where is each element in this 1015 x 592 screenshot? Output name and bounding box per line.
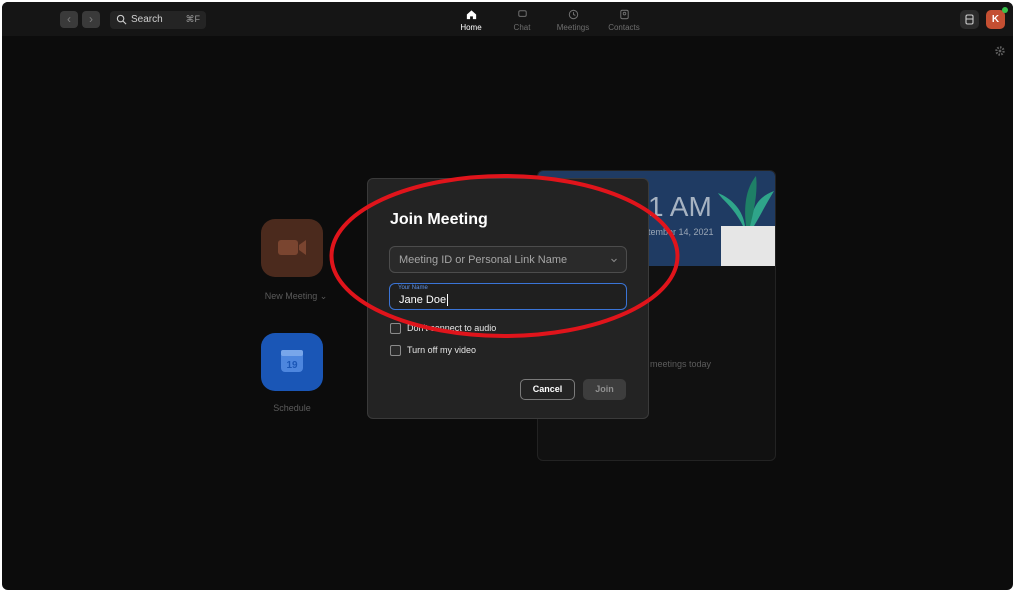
tab-meetings[interactable]: Meetings xyxy=(548,8,598,32)
search-shortcut: ⌘F xyxy=(185,14,201,24)
gear-icon[interactable] xyxy=(994,45,1006,57)
search-box[interactable]: Search ⌘F xyxy=(110,11,206,29)
back-button[interactable]: ‹ xyxy=(60,11,78,28)
chat-icon xyxy=(517,10,527,17)
clock-icon xyxy=(568,9,578,20)
no-meetings-text: meetings today xyxy=(650,359,712,369)
join-button[interactable]: Join xyxy=(583,379,626,400)
shield-button[interactable] xyxy=(960,10,979,29)
home-icon xyxy=(466,10,476,20)
chevron-right-icon: › xyxy=(89,12,93,26)
tab-contacts[interactable]: Contacts xyxy=(599,8,649,32)
forward-button[interactable]: › xyxy=(82,11,100,28)
calendar-day: 19 xyxy=(286,360,298,371)
tab-meetings-label: Meetings xyxy=(556,23,590,32)
presence-status-dot xyxy=(1002,7,1008,13)
tab-chat-label: Chat xyxy=(513,23,531,32)
tab-contacts-label: Contacts xyxy=(608,23,640,32)
contacts-icon xyxy=(619,9,629,20)
top-bar: ‹ › Search ⌘F Home Chat Meetings Contact… xyxy=(2,2,1013,36)
tab-home-label: Home xyxy=(460,23,482,32)
tab-home[interactable]: Home xyxy=(446,8,496,32)
tab-chat[interactable]: Chat xyxy=(497,8,547,32)
shield-icon xyxy=(965,14,974,25)
video-off-checkbox[interactable] xyxy=(390,345,401,356)
red-annotation-ellipse xyxy=(329,174,680,338)
video-off-label: Turn off my video xyxy=(407,345,477,355)
cancel-button[interactable]: Cancel xyxy=(520,379,575,400)
search-icon xyxy=(116,14,127,25)
chevron-left-icon: ‹ xyxy=(67,12,71,26)
calendar-icon: 19 xyxy=(281,350,303,372)
schedule-button[interactable]: 19 xyxy=(261,333,323,391)
video-camera-icon xyxy=(278,240,306,255)
new-meeting-button[interactable] xyxy=(261,219,323,277)
schedule-label: Schedule xyxy=(273,403,311,413)
zoom-window: ‹ › Search ⌘F Home Chat Meetings Contact… xyxy=(2,2,1013,590)
avatar[interactable]: K xyxy=(986,10,1005,29)
search-label: Search xyxy=(131,14,163,25)
chevron-down-icon[interactable]: ⌄ xyxy=(320,291,328,301)
